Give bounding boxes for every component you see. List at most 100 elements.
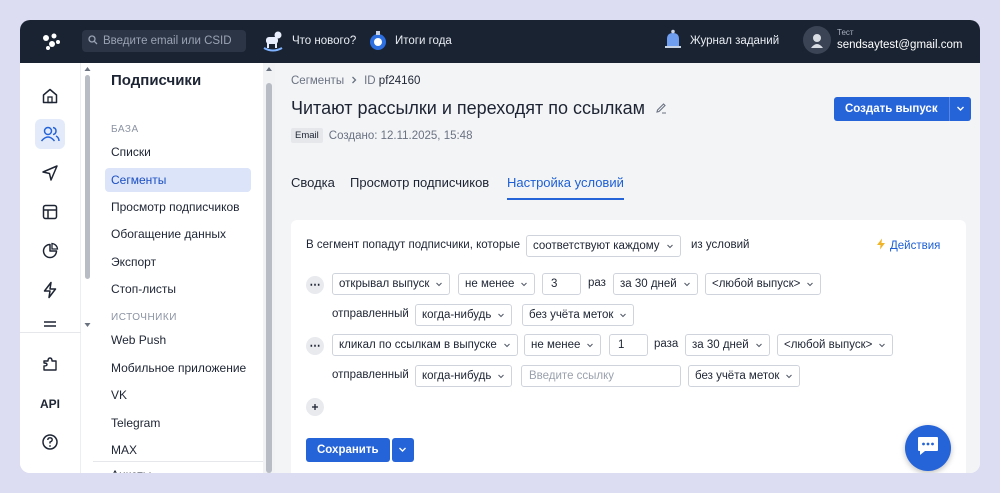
- rule1-action-value: открывал выпуск: [339, 278, 430, 290]
- jobs-log-link[interactable]: Журнал заданий: [662, 29, 779, 53]
- edit-pencil-icon[interactable]: [655, 98, 667, 119]
- chevron-down-icon: [879, 343, 886, 348]
- rule2-tags-select[interactable]: без учёта меток: [688, 365, 801, 387]
- actions-button[interactable]: Действия: [876, 238, 940, 253]
- rule2-count-input[interactable]: 1: [609, 334, 648, 356]
- create-issue-dropdown[interactable]: [948, 97, 971, 121]
- create-issue-button[interactable]: Создать выпуск: [834, 97, 949, 121]
- sidebar-divider: [93, 461, 263, 462]
- rule1-more-button[interactable]: ⋯: [306, 276, 324, 294]
- page-title: Читают рассылки и переходят по ссылкам: [291, 98, 646, 118]
- sidebar-item-lists[interactable]: Списки: [105, 140, 251, 164]
- bell-icon: [662, 28, 684, 55]
- rule1-issue-select[interactable]: <любой выпуск>: [705, 273, 822, 295]
- rail-divider: [20, 332, 81, 333]
- sidebar-item-segments[interactable]: Сегменты: [105, 168, 251, 192]
- icon-rail: API: [20, 63, 81, 473]
- chevron-down-icon: [521, 282, 528, 287]
- sidebar-item-mobile-app[interactable]: Мобильное приложение: [105, 356, 251, 380]
- main-content: Сегменты ID pf24160 Читают рассылки и пе…: [275, 63, 980, 473]
- add-rule-button[interactable]: [306, 398, 324, 416]
- sidebar-item-view-subscribers[interactable]: Просмотр подписчиков: [105, 195, 251, 219]
- templates-icon[interactable]: [35, 197, 65, 227]
- rule1-count-input[interactable]: 3: [542, 273, 581, 295]
- chevron-down-icon: [620, 313, 627, 318]
- sidebar-item-web-push[interactable]: Web Push: [105, 328, 251, 352]
- integrations-puzzle-icon[interactable]: [35, 349, 65, 379]
- chevron-down-icon: [498, 374, 505, 379]
- breadcrumb-id-label: ID: [364, 75, 376, 87]
- rule2-issue-value: <любой выпуск>: [784, 339, 873, 351]
- rail-scrollbar[interactable]: [82, 63, 93, 473]
- rule1-sent-when-value: когда-нибудь: [422, 309, 492, 321]
- search-input[interactable]: Введите email или CSID: [82, 30, 246, 52]
- automation-bolt-icon[interactable]: [35, 275, 65, 305]
- rule1-issue-value: <любой выпуск>: [712, 278, 801, 290]
- year-summary-link[interactable]: Итоги года: [367, 29, 452, 53]
- home-icon[interactable]: [35, 81, 65, 111]
- tab-view-subscribers[interactable]: Просмотр подписчиков: [350, 175, 489, 190]
- conditions-card: В сегмент попадут подписчики, которые со…: [291, 220, 966, 473]
- user-menu[interactable]: Тест sendsaytest@gmail.com: [803, 26, 962, 54]
- chevron-right-icon: [350, 75, 358, 87]
- top-bar: Введите email или CSID Что нового? Итоги…: [20, 20, 980, 63]
- created-date: Создано: 12.11.2025, 15:48: [328, 129, 473, 142]
- search-placeholder: Введите email или CSID: [103, 35, 232, 47]
- subscribers-icon[interactable]: [35, 119, 65, 149]
- rule2-comparator-value: не менее: [531, 339, 581, 351]
- rule2-action-select[interactable]: кликал по ссылкам в выпуске: [332, 334, 518, 356]
- rule2-tags-value: без учёта меток: [695, 370, 780, 382]
- sidebar-item-max[interactable]: MAX: [105, 438, 251, 462]
- rule1-tags-select[interactable]: без учёта меток: [522, 304, 635, 326]
- analytics-pie-icon[interactable]: [35, 236, 65, 266]
- list-icon[interactable]: [35, 313, 65, 327]
- api-link[interactable]: API: [35, 389, 65, 419]
- bolt-icon: [876, 238, 886, 253]
- chat-widget-button[interactable]: [905, 425, 951, 471]
- save-dropdown[interactable]: [391, 438, 414, 462]
- match-mode-select[interactable]: соответствуют каждому: [526, 235, 681, 257]
- rule1-times-label: раз: [588, 277, 606, 289]
- chevron-down-icon: [503, 343, 510, 348]
- sidebar-item-export[interactable]: Экспорт: [105, 250, 251, 274]
- breadcrumb-segments-link[interactable]: Сегменты: [291, 75, 344, 87]
- active-tab-indicator: [507, 198, 624, 200]
- breadcrumb: Сегменты ID pf24160: [291, 75, 420, 87]
- save-split-button: Сохранить: [306, 438, 414, 462]
- sidebar-scrollbar[interactable]: [263, 63, 275, 473]
- chevron-down-icon: [666, 244, 673, 249]
- rule2-sent-when-select[interactable]: когда-нибудь: [415, 365, 513, 387]
- rule2-more-button[interactable]: ⋯: [306, 337, 324, 355]
- rule2-comparator-select[interactable]: не менее: [524, 334, 602, 356]
- chevron-down-icon: [398, 441, 407, 459]
- segment-meta: Email Создано: 12.11.2025, 15:48: [291, 128, 472, 143]
- actions-label: Действия: [890, 239, 941, 252]
- whats-new-link[interactable]: Что нового?: [260, 29, 356, 53]
- rule2-issue-select[interactable]: <любой выпуск>: [777, 334, 894, 356]
- plus-icon: [312, 404, 318, 410]
- channel-badge: Email: [291, 128, 323, 143]
- tab-conditions[interactable]: Настройка условий: [507, 175, 624, 190]
- rule1-period-value: за 30 дней: [620, 278, 677, 290]
- sidebar-item-vk[interactable]: VK: [105, 383, 251, 407]
- rule2-link-input[interactable]: Введите ссылку: [521, 365, 681, 387]
- rule1-comparator-select[interactable]: не менее: [458, 273, 536, 295]
- sidebar-item-telegram[interactable]: Telegram: [105, 411, 251, 435]
- rule1-action-select[interactable]: открывал выпуск: [332, 273, 451, 295]
- subscribers-sidebar: Подписчики БАЗА Списки Сегменты Просмотр…: [93, 63, 263, 473]
- app-window: Введите email или CSID Что нового? Итоги…: [20, 20, 980, 473]
- send-icon[interactable]: [35, 158, 65, 188]
- page-title-row: Читают рассылки и переходят по ссылкам: [291, 98, 667, 119]
- sidebar-item-enrichment[interactable]: Обогащение данных: [105, 222, 251, 246]
- create-issue-split-button: Создать выпуск: [834, 97, 971, 121]
- rule2-period-select[interactable]: за 30 дней: [685, 334, 770, 356]
- rule1-period-select[interactable]: за 30 дней: [613, 273, 698, 295]
- rule1-tags-value: без учёта меток: [529, 309, 614, 321]
- logo-icon[interactable]: [40, 30, 64, 54]
- sidebar-item-forms[interactable]: Анкеты: [105, 463, 251, 473]
- help-icon[interactable]: [35, 427, 65, 457]
- tab-summary[interactable]: Сводка: [291, 175, 335, 190]
- sidebar-item-stop-lists[interactable]: Стоп-листы: [105, 277, 251, 301]
- rule1-sent-when-select[interactable]: когда-нибудь: [415, 304, 513, 326]
- save-button[interactable]: Сохранить: [306, 438, 390, 462]
